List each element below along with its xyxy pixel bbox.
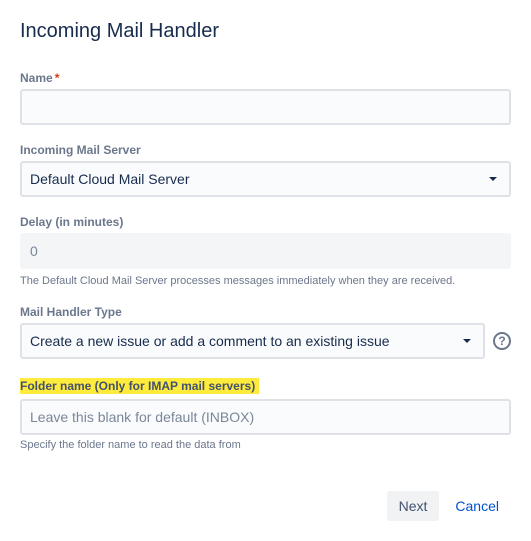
folder-name-label: Folder name (Only for IMAP mail servers)	[20, 378, 259, 394]
required-asterisk: *	[55, 71, 60, 85]
name-label-text: Name	[20, 71, 53, 85]
help-icon[interactable]: ?	[493, 332, 511, 350]
next-button[interactable]: Next	[387, 491, 440, 521]
folder-name-helper: Specify the folder name to read the data…	[20, 439, 511, 451]
button-row: Next Cancel	[20, 491, 511, 521]
name-field-group: Name*	[20, 71, 511, 125]
delay-field-group: Delay (in minutes)	[20, 215, 511, 269]
mail-server-label: Incoming Mail Server	[20, 143, 511, 157]
delay-input	[20, 233, 511, 269]
folder-name-field-group: Folder name (Only for IMAP mail servers)…	[20, 377, 511, 451]
page-title: Incoming Mail Handler	[20, 20, 511, 43]
folder-name-input[interactable]	[20, 399, 511, 435]
name-input[interactable]	[20, 89, 511, 125]
handler-type-field-group: Mail Handler Type Create a new issue or …	[20, 305, 511, 359]
delay-description: The Default Cloud Mail Server processes …	[20, 275, 511, 287]
name-label: Name*	[20, 71, 511, 85]
handler-type-label: Mail Handler Type	[20, 305, 511, 319]
mail-server-select[interactable]: Default Cloud Mail Server	[20, 161, 511, 197]
handler-type-select[interactable]: Create a new issue or add a comment to a…	[20, 323, 485, 359]
cancel-button[interactable]: Cancel	[443, 491, 511, 521]
mail-server-field-group: Incoming Mail Server Default Cloud Mail …	[20, 143, 511, 197]
delay-label: Delay (in minutes)	[20, 215, 511, 229]
